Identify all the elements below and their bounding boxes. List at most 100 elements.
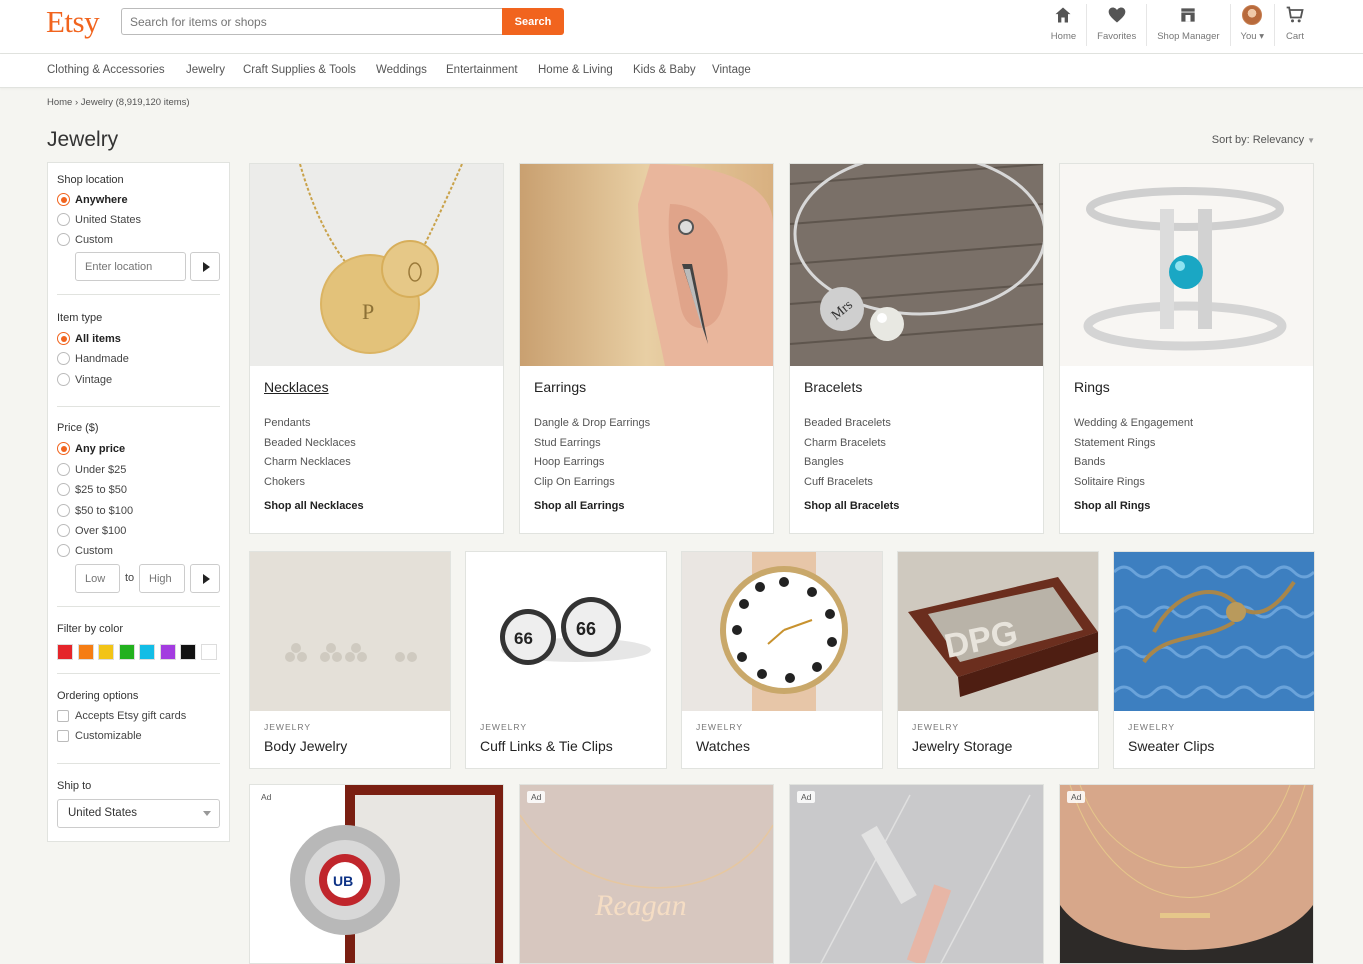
color-swatch[interactable]	[200, 644, 217, 660]
ring-image[interactable]	[1060, 164, 1313, 366]
rings-title[interactable]: Rings	[1074, 379, 1110, 395]
sub-link[interactable]: Stud Earrings	[534, 437, 601, 449]
shop-all-bracelets[interactable]: Shop all Bracelets	[804, 500, 899, 512]
category-link[interactable]: Vintage	[712, 64, 751, 76]
ship-to-select[interactable]: United States	[57, 799, 220, 828]
color-swatch[interactable]	[118, 644, 135, 660]
category-link[interactable]: Kids & Baby	[633, 64, 696, 76]
card-title[interactable]: Body Jewelry	[264, 738, 347, 754]
color-swatch[interactable]	[98, 644, 114, 660]
card-category: JEWELRY	[480, 722, 527, 732]
shop-all-earrings[interactable]: Shop all Earrings	[534, 500, 624, 512]
necklaces-title[interactable]: Necklaces	[264, 379, 329, 395]
subcategory-card-cuff-links[interactable]: 66 66 JEWELRY Cuff Links & Tie Clips	[465, 551, 667, 769]
location-input[interactable]	[75, 252, 186, 281]
color-swatch[interactable]	[77, 644, 94, 660]
category-link[interactable]: Home & Living	[538, 64, 613, 76]
checkbox-customizable[interactable]: Customizable	[57, 730, 142, 742]
subcategory-card-watches[interactable]: JEWELRY Watches	[681, 551, 883, 769]
checkbox-gift-cards[interactable]: Accepts Etsy gift cards	[57, 710, 186, 722]
ad-listing[interactable]: Ad	[789, 784, 1044, 964]
sub-link[interactable]: Cuff Bracelets	[804, 476, 873, 488]
sub-link[interactable]: Charm Necklaces	[264, 456, 351, 468]
subcategory-card-sweater-clips[interactable]: JEWELRY Sweater Clips	[1113, 551, 1315, 769]
sub-link[interactable]: Solitaire Rings	[1074, 476, 1145, 488]
ad-listing[interactable]: Reagan Ad	[519, 784, 774, 964]
breadcrumb: Home › Jewelry (8,919,120 items)	[47, 97, 190, 108]
search-input[interactable]	[121, 8, 502, 35]
radio-over-100[interactable]: Over $100	[57, 524, 126, 537]
card-title[interactable]: Cuff Links & Tie Clips	[480, 738, 613, 754]
radio-united-states[interactable]: United States	[57, 213, 141, 226]
cart-icon	[1286, 6, 1304, 23]
radio-custom-location[interactable]: Custom	[57, 233, 113, 246]
category-card-necklaces[interactable]: P Necklaces Pendants Beaded Necklaces Ch…	[249, 163, 504, 534]
search-button[interactable]: Search	[502, 8, 564, 35]
category-link[interactable]: Craft Supplies & Tools	[243, 64, 356, 76]
color-swatch[interactable]	[57, 644, 73, 660]
price-go-button[interactable]	[190, 564, 220, 593]
shop-all-rings[interactable]: Shop all Rings	[1074, 500, 1150, 512]
sub-link[interactable]: Hoop Earrings	[534, 456, 604, 468]
category-link[interactable]: Entertainment	[446, 64, 518, 76]
color-swatch[interactable]	[180, 644, 196, 660]
radio-25-to-50[interactable]: $25 to $50	[57, 483, 127, 496]
radio-50-to-100[interactable]: $50 to $100	[57, 504, 133, 517]
etsy-logo[interactable]: Etsy	[46, 4, 100, 40]
sub-link[interactable]: Chokers	[264, 476, 305, 488]
category-card-rings[interactable]: Rings Wedding & Engagement Statement Rin…	[1059, 163, 1314, 534]
category-link[interactable]: Clothing & Accessories	[47, 64, 165, 76]
radio-vintage[interactable]: Vintage	[57, 373, 112, 386]
sub-link[interactable]: Beaded Necklaces	[264, 437, 356, 449]
breadcrumb-home[interactable]: Home	[47, 97, 72, 108]
color-swatch[interactable]	[159, 644, 176, 660]
ad-listing[interactable]: UB Ad	[249, 784, 504, 964]
radio-anywhere[interactable]: Anywhere	[57, 193, 128, 206]
category-card-earrings[interactable]: Earrings Dangle & Drop Earrings Stud Ear…	[519, 163, 774, 534]
color-swatch[interactable]	[139, 644, 155, 660]
sub-link[interactable]: Dangle & Drop Earrings	[534, 417, 650, 429]
card-title[interactable]: Watches	[696, 738, 750, 754]
subcategory-card-body-jewelry[interactable]: JEWELRY Body Jewelry	[249, 551, 451, 769]
sort-dropdown[interactable]: Sort by: Relevancy ▼	[1212, 134, 1315, 146]
nav-cart[interactable]: Cart	[1274, 4, 1315, 46]
filter-sidebar: Shop location Anywhere United States Cus…	[47, 162, 230, 842]
ad-ring-image: UB	[250, 785, 503, 963]
location-go-button[interactable]	[190, 252, 220, 281]
sub-link[interactable]: Wedding & Engagement	[1074, 417, 1193, 429]
price-low-input[interactable]	[75, 564, 120, 593]
sub-link[interactable]: Clip On Earrings	[534, 476, 615, 488]
price-high-input[interactable]	[139, 564, 185, 593]
category-card-bracelets[interactable]: Mrs Bracelets Beaded Bracelets Charm Bra…	[789, 163, 1044, 534]
necklace-image[interactable]: P	[250, 164, 503, 366]
sub-link[interactable]: Bangles	[804, 456, 844, 468]
category-link[interactable]: Weddings	[376, 64, 427, 76]
card-title[interactable]: Jewelry Storage	[912, 738, 1012, 754]
nav-home[interactable]: Home	[1041, 4, 1086, 46]
ad-badge: Ad	[527, 791, 546, 803]
earrings-title[interactable]: Earrings	[534, 379, 586, 395]
sub-link[interactable]: Statement Rings	[1074, 437, 1155, 449]
earring-image[interactable]	[520, 164, 773, 366]
radio-under-25[interactable]: Under $25	[57, 463, 126, 476]
radio-handmade[interactable]: Handmade	[57, 352, 129, 365]
card-title[interactable]: Sweater Clips	[1128, 738, 1214, 754]
ad-badge: Ad	[797, 791, 816, 803]
subcategory-card-jewelry-storage[interactable]: DPG JEWELRY Jewelry Storage	[897, 551, 1099, 769]
nav-shop-manager[interactable]: Shop Manager	[1146, 4, 1229, 46]
radio-any-price[interactable]: Any price	[57, 442, 125, 455]
radio-all-items[interactable]: All items	[57, 332, 121, 345]
shop-all-necklaces[interactable]: Shop all Necklaces	[264, 500, 364, 512]
nav-you[interactable]: You ▾	[1229, 4, 1274, 46]
bracelet-image[interactable]: Mrs	[790, 164, 1043, 366]
sub-link[interactable]: Beaded Bracelets	[804, 417, 891, 429]
divider	[57, 606, 220, 607]
ad-listing[interactable]: Ad	[1059, 784, 1314, 964]
bracelets-title[interactable]: Bracelets	[804, 379, 862, 395]
radio-custom-price[interactable]: Custom	[57, 544, 113, 557]
sub-link[interactable]: Pendants	[264, 417, 310, 429]
sub-link[interactable]: Charm Bracelets	[804, 437, 886, 449]
category-link[interactable]: Jewelry	[186, 64, 225, 76]
sub-link[interactable]: Bands	[1074, 456, 1105, 468]
nav-favorites[interactable]: Favorites	[1086, 4, 1146, 46]
